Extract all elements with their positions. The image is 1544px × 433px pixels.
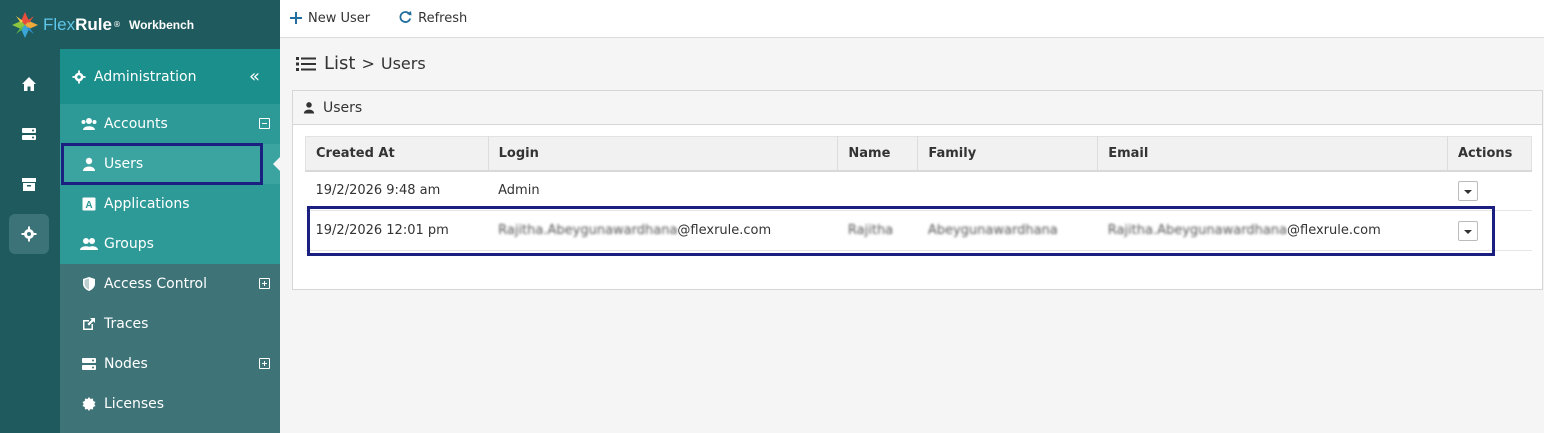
external-link-icon [80, 317, 98, 331]
certificate-icon [80, 397, 98, 411]
sidebar-item-label: Access Control [104, 276, 207, 292]
column-header-family[interactable]: Family [917, 136, 1099, 172]
collapse-sidebar-icon[interactable]: « [249, 66, 260, 87]
plus-icon [290, 9, 302, 28]
collapse-toggle-icon[interactable] [259, 118, 270, 129]
selected-row-highlight [307, 206, 1495, 256]
administration-header[interactable]: Administration « [60, 49, 280, 104]
table-header-row: Created At Login Name Family Email Actio… [305, 136, 1532, 172]
new-user-button[interactable]: New User [290, 9, 370, 28]
expand-toggle-icon[interactable] [259, 358, 270, 369]
sidebar-item-label: Groups [104, 236, 154, 252]
column-header-name[interactable]: Name [837, 136, 919, 172]
sidebar-item-label: Nodes [104, 356, 148, 372]
sidebar-item-traces[interactable]: Traces [60, 304, 280, 344]
toolbar: New User Refresh [280, 0, 1544, 38]
brand-rule: Rule [75, 14, 112, 34]
sidebar-item-licenses[interactable]: Licenses [60, 384, 280, 424]
sidebar-item-applications[interactable]: A Applications [60, 184, 280, 224]
flexrule-logo-icon [12, 11, 38, 38]
rail-settings-button[interactable] [9, 214, 49, 254]
breadcrumb: List > Users [296, 53, 426, 74]
shield-icon [80, 277, 98, 291]
server-icon [22, 128, 36, 140]
gear-icon [72, 69, 86, 84]
app-icon: A [80, 197, 98, 211]
sidebar-item-label: Licenses [104, 396, 165, 412]
rail-nodes-button[interactable] [9, 114, 49, 154]
brand-flex: Flex [43, 14, 76, 34]
svg-text:A: A [85, 200, 92, 211]
list-icon [296, 56, 316, 71]
cell-name [837, 170, 918, 211]
rail-archive-button[interactable] [9, 164, 49, 204]
sidebar-item-accounts[interactable]: Accounts [60, 104, 280, 144]
sidebar-item-access-control[interactable]: Access Control [60, 264, 280, 304]
column-header-created-at[interactable]: Created At [305, 136, 489, 172]
archive-icon [22, 178, 36, 191]
users-panel: Users Created At Login Name Family Email… [292, 90, 1543, 290]
breadcrumb-list[interactable]: List [324, 53, 355, 74]
column-header-login[interactable]: Login [488, 136, 839, 172]
breadcrumb-separator: > [361, 54, 375, 73]
administration-title: Administration [94, 68, 197, 85]
brand-workbench: Workbench [128, 17, 195, 32]
home-icon [22, 77, 36, 91]
brand-logo: Flex Rule ® Workbench [0, 0, 280, 49]
sidebar-item-label: Accounts [104, 116, 168, 132]
expand-toggle-icon[interactable] [259, 278, 270, 289]
selected-item-highlight [61, 143, 263, 185]
new-user-label: New User [308, 11, 371, 26]
user-icon [303, 102, 315, 114]
admin-sidebar: Administration « Accounts Users A Applic… [60, 49, 280, 433]
group-icon [80, 237, 98, 251]
cell-created-at: 19/2/2026 9:48 am [305, 170, 489, 211]
sidebar-item-groups[interactable]: Groups [60, 224, 280, 264]
sidebar-item-label: Traces [104, 316, 149, 332]
cell-actions [1447, 170, 1532, 211]
rail-home-button[interactable] [9, 64, 49, 104]
column-header-actions: Actions [1447, 136, 1532, 172]
active-pointer [273, 156, 281, 172]
users-icon [80, 117, 98, 131]
refresh-button[interactable]: Refresh [398, 9, 467, 28]
breadcrumb-current: Users [380, 54, 426, 73]
icon-rail [0, 49, 60, 433]
server-icon [80, 357, 98, 371]
gear-icon [21, 226, 37, 242]
column-header-email[interactable]: Email [1097, 136, 1448, 172]
sidebar-item-nodes[interactable]: Nodes [60, 344, 280, 384]
panel-title: Users [323, 99, 363, 116]
table-row[interactable]: 19/2/2026 9:48 am Admin [305, 170, 1532, 211]
sidebar-item-label: Applications [104, 196, 190, 212]
refresh-label: Refresh [418, 11, 468, 26]
refresh-icon [398, 9, 412, 28]
cell-login: Admin [488, 170, 838, 211]
cell-family [917, 170, 1098, 211]
brand-registered: ® [112, 20, 121, 29]
panel-header: Users [293, 91, 1542, 125]
cell-email [1097, 170, 1448, 211]
row-actions-dropdown[interactable] [1457, 180, 1478, 201]
